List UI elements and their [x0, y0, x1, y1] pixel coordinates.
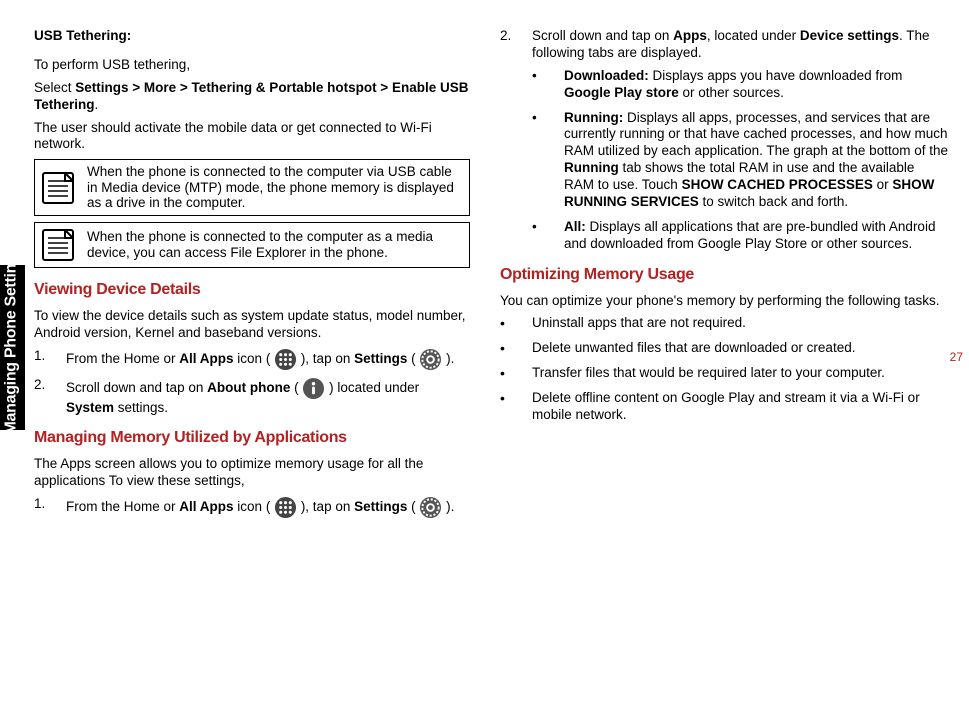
viewing-device-details-head: Viewing Device Details: [34, 280, 470, 300]
text: ), tap on: [297, 351, 354, 366]
text: From the Home or: [66, 499, 179, 514]
page-content: USB Tethering: To perform USB tethering,…: [34, 28, 948, 525]
text-bold: About phone: [207, 380, 290, 395]
settings-icon: [419, 496, 442, 519]
page-number: 27: [950, 350, 963, 364]
text: From the Home or: [66, 351, 179, 366]
info-icon: [302, 377, 325, 400]
optimize-body: You can optimize your phone's memory by …: [500, 293, 948, 310]
note-text-1: When the phone is connected to the compu…: [87, 164, 461, 211]
all-label: All:: [564, 219, 590, 234]
text-bold: Google Play store: [564, 85, 679, 100]
all-apps-icon: [274, 496, 297, 519]
text-bold: Running: [564, 160, 619, 175]
managing-memory-head: Managing Memory Utilized by Applications: [34, 428, 470, 448]
text: or other sources.: [679, 85, 784, 100]
text-bold: SHOW CACHED PROCESSES: [682, 177, 873, 192]
text-bold: Device settings: [800, 28, 899, 43]
text: , located under: [707, 28, 800, 43]
text: or: [873, 177, 893, 192]
note-box-2: When the phone is connected to the compu…: [34, 222, 470, 268]
select-path: Select Settings > More > Tethering & Por…: [34, 80, 470, 114]
left-column: USB Tethering: To perform USB tethering,…: [34, 28, 470, 525]
text-bold: All Apps: [179, 499, 233, 514]
memory-steps: From the Home or All Apps icon ( ), tap …: [34, 496, 470, 519]
usb-activate: The user should activate the mobile data…: [34, 120, 470, 154]
text-bold: Apps: [673, 28, 707, 43]
list-item: Scroll down and tap on About phone ( ) l…: [34, 377, 470, 417]
list-item: Uninstall apps that are not required.: [500, 315, 948, 332]
list-item: Delete unwanted files that are downloade…: [500, 340, 948, 357]
text-bold: Settings: [354, 351, 407, 366]
list-item: Downloaded: Displays apps you have downl…: [532, 68, 948, 102]
optimizing-memory-head: Optimizing Memory Usage: [500, 265, 948, 285]
select-prefix: Select: [34, 80, 75, 95]
settings-icon: [419, 348, 442, 371]
text: to switch back and forth.: [699, 194, 848, 209]
text: Scroll down and tap on: [532, 28, 673, 43]
text: (: [407, 499, 419, 514]
optimize-bullets: Uninstall apps that are not required. De…: [500, 315, 948, 423]
usb-intro: To perform USB tethering,: [34, 57, 470, 74]
sidebar-tab: Managing Phone Settings: [0, 265, 25, 430]
text: (: [407, 351, 419, 366]
all-apps-icon: [274, 348, 297, 371]
viewing-body: To view the device details such as syste…: [34, 308, 470, 342]
text-bold: System: [66, 400, 114, 415]
text: icon (: [234, 499, 275, 514]
text: ), tap on: [297, 499, 354, 514]
note-icon: [39, 227, 77, 263]
text: ) located under: [325, 380, 419, 395]
select-suffix: .: [95, 97, 99, 112]
tabs-list: Downloaded: Displays apps you have downl…: [532, 68, 948, 253]
text: settings.: [114, 400, 168, 415]
text: Displays all applications that are pre-b…: [564, 219, 935, 251]
usb-tethering-title: USB Tethering:: [34, 28, 470, 45]
text: (: [290, 380, 302, 395]
viewing-steps: From the Home or All Apps icon ( ), tap …: [34, 348, 470, 417]
note-text-2: When the phone is connected to the compu…: [87, 229, 461, 260]
text: ).: [442, 499, 454, 514]
note-box-1: When the phone is connected to the compu…: [34, 159, 470, 216]
text: Scroll down and tap on: [66, 380, 207, 395]
sidebar-label: Managing Phone Settings: [3, 270, 21, 435]
memory-steps-cont: Scroll down and tap on Apps, located und…: [500, 28, 948, 253]
list-item: All: Displays all applications that are …: [532, 219, 948, 253]
text-bold: Settings: [354, 499, 407, 514]
managing-memory-body: The Apps screen allows you to optimize m…: [34, 456, 470, 490]
downloaded-label: Downloaded:: [564, 68, 653, 83]
text: icon (: [234, 351, 275, 366]
select-bold: Settings > More > Tethering & Portable h…: [34, 80, 468, 112]
note-icon: [39, 170, 77, 206]
list-item: Delete offline content on Google Play an…: [500, 390, 948, 424]
text: Displays apps you have downloaded from: [653, 68, 903, 83]
right-column: Scroll down and tap on Apps, located und…: [500, 28, 948, 525]
list-item: From the Home or All Apps icon ( ), tap …: [34, 496, 470, 519]
list-item: From the Home or All Apps icon ( ), tap …: [34, 348, 470, 371]
list-item: Running: Displays all apps, processes, a…: [532, 110, 948, 211]
list-item: Transfer files that would be required la…: [500, 365, 948, 382]
list-item: Scroll down and tap on Apps, located und…: [500, 28, 948, 253]
running-label: Running:: [564, 110, 627, 125]
text-bold: All Apps: [179, 351, 233, 366]
text: ).: [442, 351, 454, 366]
